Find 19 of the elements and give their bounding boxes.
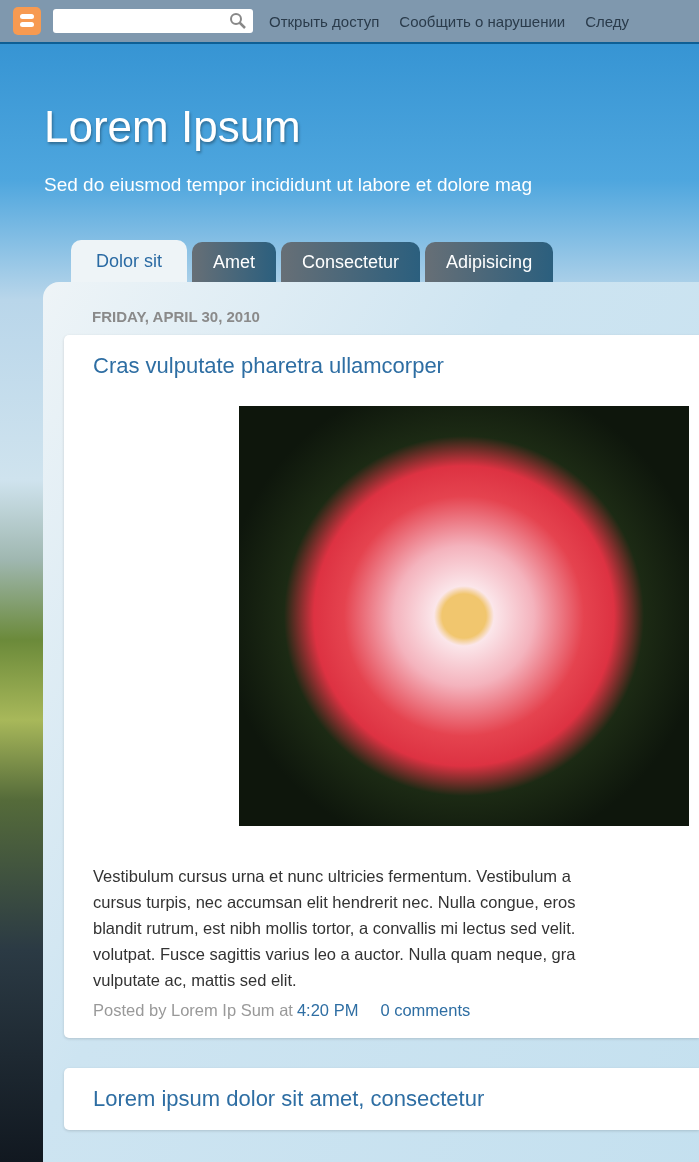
post-title[interactable]: Lorem ipsum dolor sit amet, consectetur bbox=[93, 1086, 699, 1112]
post-body: Vestibulum cursus urna et nunc ultricies fermentum. Vestibulum a cursus turpis, nec accumsan elit hendrerit nec. Nulla congue, eros blandit rutrum, est nibh mollis tortor, a convallis mi lectus sed velit. volutpat. Fusce sagittis varius leo a auctor. Nulla quam neque, gra vulputate ac, mattis sed elit. bbox=[93, 866, 577, 991]
blog-description: Sed do eiusmod tempor incididunt ut labore et dolore mag bbox=[44, 174, 533, 196]
tab[interactable]: Dolor sit bbox=[71, 240, 187, 282]
tab[interactable]: Consectetur bbox=[281, 242, 421, 282]
search-field[interactable] bbox=[53, 9, 253, 33]
nav-link[interactable]: Следу bbox=[585, 12, 630, 30]
posted-by-text: Posted by Lorem Ip Sum at bbox=[93, 1001, 293, 1020]
comments-link[interactable]: 0 comments bbox=[380, 1001, 471, 1020]
tab[interactable]: Adipisicing bbox=[425, 242, 554, 282]
tab[interactable]: Amet bbox=[192, 242, 277, 282]
date-header: FRIDAY, APRIL 30, 2010 bbox=[92, 308, 261, 325]
blog-title: Lorem Ipsum bbox=[44, 102, 302, 152]
nav-link[interactable]: Сообщить о нарушении bbox=[399, 12, 566, 30]
logo-icon[interactable] bbox=[13, 7, 41, 35]
post-time-link[interactable]: 4:20 PM bbox=[296, 1001, 359, 1020]
nav-link[interactable]: Открыть доступ bbox=[269, 12, 380, 30]
search-icon[interactable] bbox=[229, 12, 247, 30]
post-title[interactable]: Cras vulputate pharetra ullamcorper bbox=[93, 353, 699, 379]
